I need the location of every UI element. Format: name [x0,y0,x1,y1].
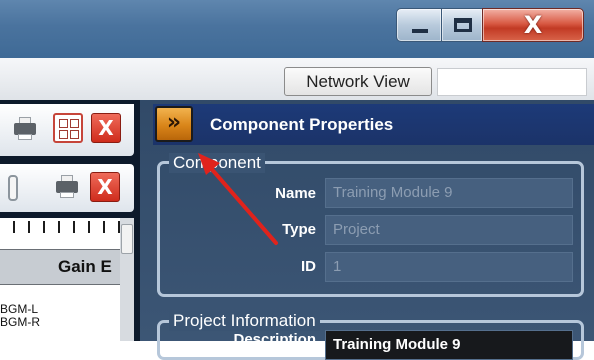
annotation-arrow [198,153,278,245]
